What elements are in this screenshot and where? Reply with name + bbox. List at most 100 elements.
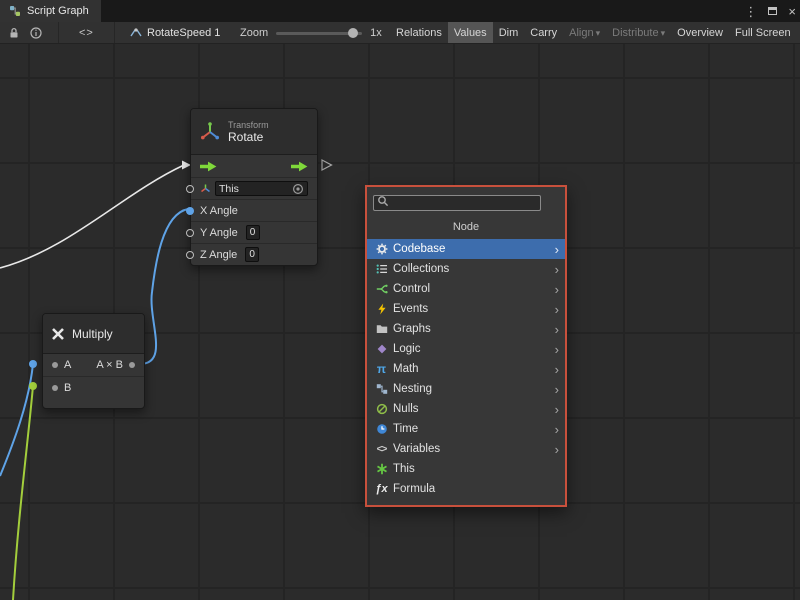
input-a-port-dot[interactable] xyxy=(29,360,37,368)
dock-window-icon[interactable] xyxy=(768,7,777,15)
relations-button[interactable]: Relations xyxy=(390,22,448,44)
close-icon[interactable]: × xyxy=(788,5,796,18)
zoom-label: Zoom xyxy=(240,27,268,39)
zoom-slider-knob[interactable] xyxy=(348,28,358,38)
finder-item-math[interactable]: π Math › xyxy=(367,359,565,379)
align-dropdown[interactable]: Align▾ xyxy=(563,22,606,44)
formula-icon: ƒx xyxy=(375,483,388,496)
this-port-row: This xyxy=(191,177,317,199)
finder-item-collections[interactable]: Collections › xyxy=(367,259,565,279)
x-angle-input-port[interactable] xyxy=(186,207,194,215)
search-input[interactable] xyxy=(373,195,541,211)
z-angle-port-row: Z Angle 0 xyxy=(191,243,317,265)
z-angle-label: Z Angle xyxy=(200,249,237,261)
chevron-right-icon: › xyxy=(555,343,559,356)
zoom-slider[interactable] xyxy=(276,32,362,35)
code-view-button[interactable]: <> xyxy=(66,27,107,39)
finder-list: Codebase › Collections › Control › xyxy=(367,239,565,505)
multiply-node[interactable]: Multiply A A × B B xyxy=(42,313,145,409)
this-input-port[interactable] xyxy=(186,185,194,193)
values-button[interactable]: Values xyxy=(448,22,493,44)
x-angle-port-row: X Angle xyxy=(191,199,317,221)
chevron-right-icon: › xyxy=(555,243,559,256)
transform-icon xyxy=(199,121,221,143)
finder-item-formula[interactable]: ƒx Formula xyxy=(367,479,565,499)
overview-button[interactable]: Overview xyxy=(671,22,729,44)
x-angle-label: X Angle xyxy=(200,205,238,217)
toolbar-divider xyxy=(114,22,115,44)
chevron-right-icon: › xyxy=(555,323,559,336)
chevron-right-icon: › xyxy=(555,363,559,376)
finder-item-time[interactable]: Time › xyxy=(367,419,565,439)
zoom-control: Zoom 1x xyxy=(240,22,382,44)
input-b-wire[interactable] xyxy=(13,386,33,600)
multiply-icon xyxy=(51,327,65,341)
this-object-field[interactable]: This xyxy=(215,181,308,196)
z-angle-input-port[interactable] xyxy=(186,251,194,259)
fullscreen-button[interactable]: Full Screen xyxy=(729,22,797,44)
transform-rotate-node[interactable]: Transform Rotate This xyxy=(190,108,318,266)
multiply-to-xangle-wire[interactable] xyxy=(140,209,188,364)
tab-strip: Script Graph ⋮ × xyxy=(0,0,800,22)
control-icon xyxy=(375,283,388,296)
control-wire[interactable] xyxy=(0,165,184,268)
math-icon: π xyxy=(375,363,388,376)
flow-indicator-triangle xyxy=(322,160,332,170)
graph-breadcrumb[interactable]: RotateSpeed 1 xyxy=(130,22,220,44)
distribute-dropdown[interactable]: Distribute▾ xyxy=(606,22,671,44)
unity-visual-scripting-window: Script Graph ⋮ × <> RotateSpeed 1 xyxy=(0,0,800,600)
graph-asset-icon xyxy=(130,27,142,39)
product-output-port[interactable] xyxy=(129,362,135,368)
this-icon xyxy=(375,463,388,476)
graph-canvas[interactable]: Transform Rotate This xyxy=(0,44,800,600)
finder-item-variables[interactable]: <> Variables › xyxy=(367,439,565,459)
finder-item-nulls[interactable]: Nulls › xyxy=(367,399,565,419)
node-title: Rotate xyxy=(228,131,269,144)
b-input-label: B xyxy=(64,382,71,394)
dim-button[interactable]: Dim xyxy=(493,22,525,44)
script-graph-icon xyxy=(8,4,22,18)
chevron-right-icon: › xyxy=(555,383,559,396)
b-input-port[interactable] xyxy=(52,385,58,391)
tab-script-graph[interactable]: Script Graph xyxy=(0,0,101,22)
zoom-value: 1x xyxy=(370,27,382,39)
y-angle-value-field[interactable]: 0 xyxy=(246,225,260,240)
toolbar-divider xyxy=(58,22,59,44)
toolbar-buttons: Relations Values Dim Carry Align▾ Distri… xyxy=(390,22,797,44)
finder-item-events[interactable]: Events › xyxy=(367,299,565,319)
time-icon xyxy=(375,423,388,436)
input-a-wire[interactable] xyxy=(0,364,33,476)
input-b-port-dot[interactable] xyxy=(29,382,37,390)
chevron-right-icon: › xyxy=(555,443,559,456)
nulls-icon xyxy=(375,403,388,416)
a-input-port[interactable] xyxy=(52,362,58,368)
multiply-node-header[interactable]: Multiply xyxy=(43,314,144,354)
control-port-row xyxy=(191,155,317,177)
control-output-arrow-icon[interactable] xyxy=(291,161,308,172)
node-type-label: Transform xyxy=(228,120,269,131)
a-input-label: A xyxy=(64,359,71,371)
finder-item-graphs[interactable]: Graphs › xyxy=(367,319,565,339)
kebab-menu-icon[interactable]: ⋮ xyxy=(744,5,757,18)
finder-item-control[interactable]: Control › xyxy=(367,279,565,299)
finder-item-codebase[interactable]: Codebase › xyxy=(367,239,565,259)
finder-search xyxy=(373,193,541,211)
z-angle-value-field[interactable]: 0 xyxy=(245,247,259,262)
info-icon[interactable] xyxy=(29,26,43,40)
y-angle-input-port[interactable] xyxy=(186,229,194,237)
chevron-right-icon: › xyxy=(555,303,559,316)
object-picker-icon[interactable] xyxy=(292,183,304,195)
control-input-arrow-icon[interactable] xyxy=(200,161,217,172)
finder-item-logic[interactable]: Logic › xyxy=(367,339,565,359)
finder-item-this[interactable]: This xyxy=(367,459,565,479)
carry-button[interactable]: Carry xyxy=(524,22,563,44)
node-title: Multiply xyxy=(72,327,113,341)
node-finder-popup: Node Codebase › Collections › xyxy=(365,185,567,507)
transform-rotate-node-header[interactable]: Transform Rotate xyxy=(191,109,317,155)
chevron-down-icon: ▾ xyxy=(661,28,666,38)
graph-reference-label: RotateSpeed 1 xyxy=(147,27,220,39)
lock-icon[interactable] xyxy=(7,26,21,40)
output-label: A × B xyxy=(96,359,123,371)
finder-item-nesting[interactable]: Nesting › xyxy=(367,379,565,399)
graphs-icon xyxy=(375,323,388,336)
